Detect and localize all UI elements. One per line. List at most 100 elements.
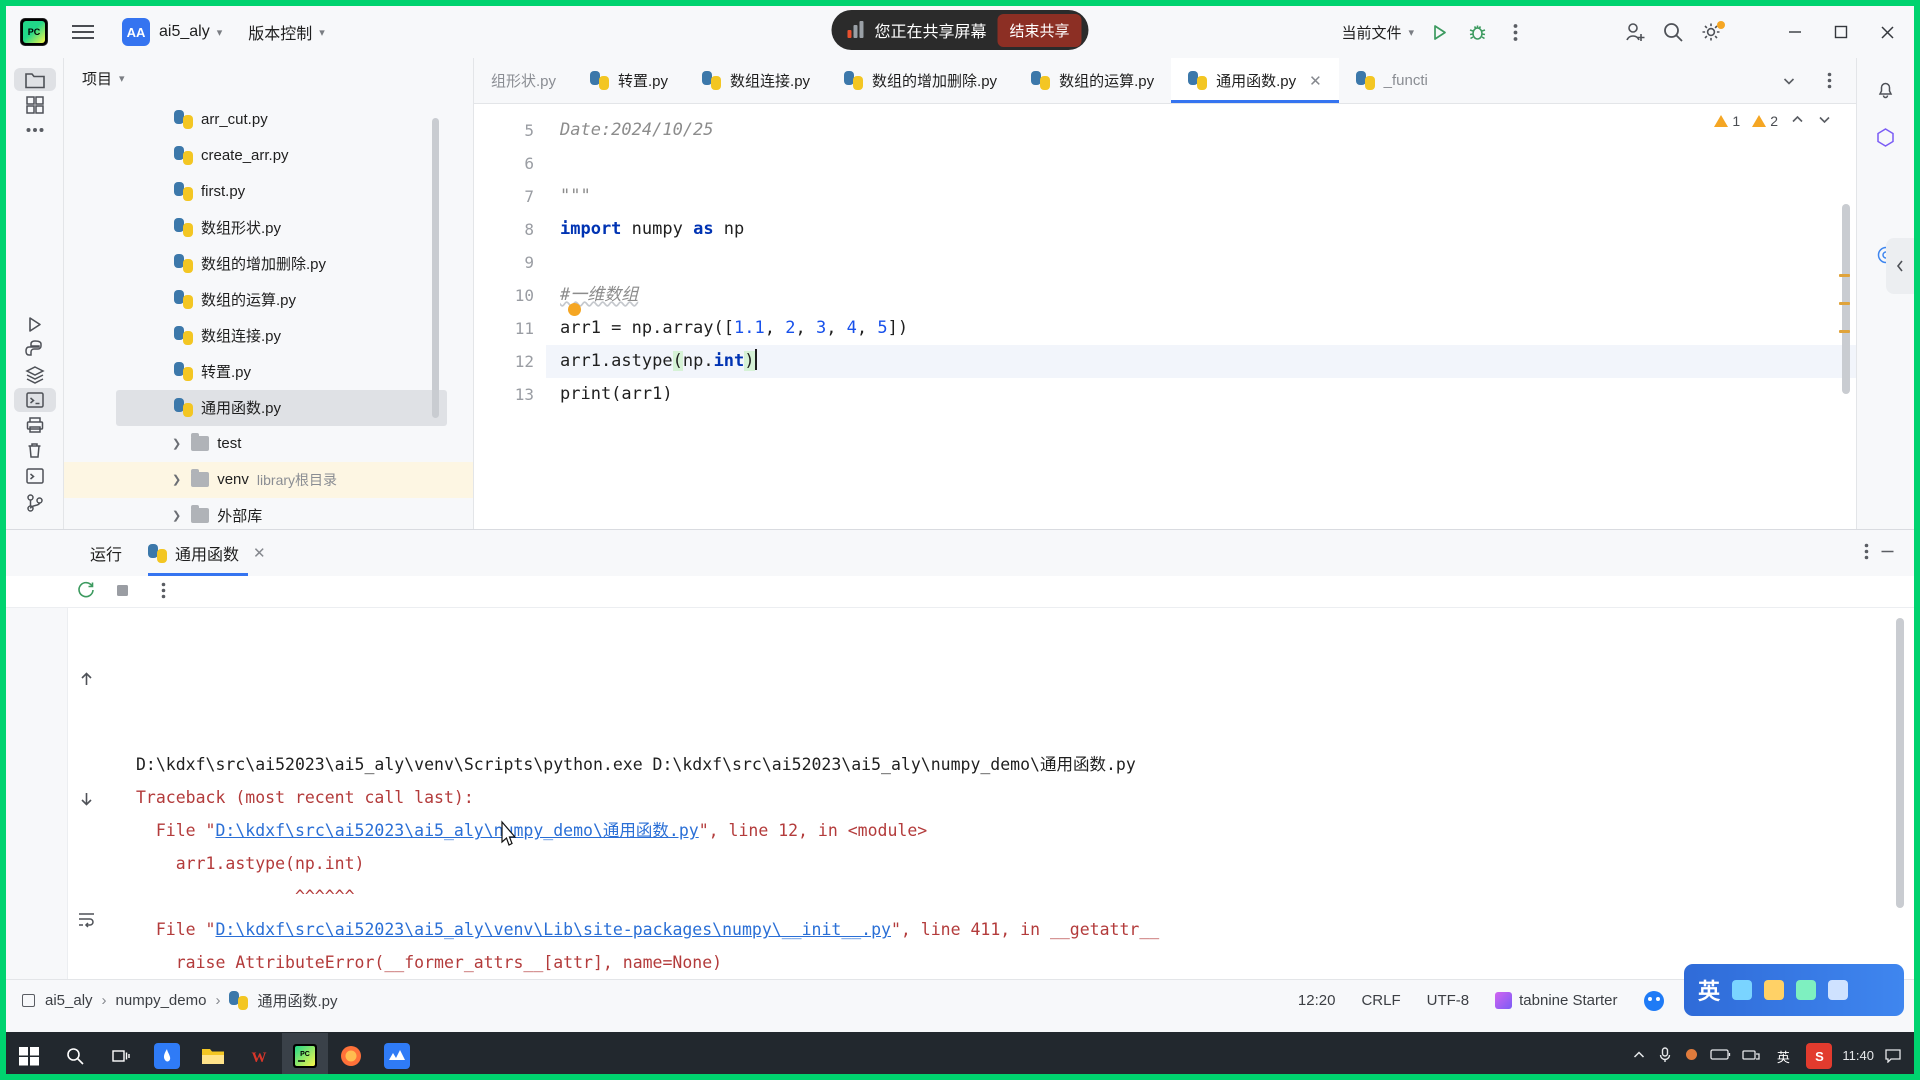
code-line[interactable]: import numpy as np xyxy=(560,213,1856,246)
firefox-icon[interactable] xyxy=(328,1033,374,1079)
close-tab-icon[interactable]: ✕ xyxy=(1309,72,1322,90)
vcs-menu[interactable]: 版本控制 xyxy=(248,20,312,44)
tree-file-item[interactable]: 数组连接.py xyxy=(64,318,473,354)
pycharm-icon[interactable]: PC xyxy=(282,1033,328,1079)
run-config-chevron-down-icon[interactable]: ▾ xyxy=(1408,26,1414,39)
main-menu-icon[interactable] xyxy=(66,15,100,49)
warning-count[interactable]: 1 xyxy=(1714,113,1740,129)
run-console-output[interactable]: D:\kdxf\src\ai52023\ai5_aly\venv\Scripts… xyxy=(6,608,1914,979)
tree-folder-item[interactable]: ❯ 外部库 xyxy=(64,498,473,529)
tray-expand-chevron-up-icon[interactable] xyxy=(1631,1047,1647,1066)
code-line[interactable]: arr1 = np.array([1.1, 2, 3, 4, 5]) xyxy=(560,303,1856,345)
start-button-icon[interactable] xyxy=(6,1033,52,1079)
code-line[interactable]: Date:2024/10/25 xyxy=(560,114,1856,147)
sogou-ime-icon[interactable]: S xyxy=(1806,1043,1833,1069)
search-icon[interactable] xyxy=(1654,15,1692,49)
tree-expand-chevron-icon[interactable]: ❯ xyxy=(172,473,181,486)
stop-icon[interactable] xyxy=(114,582,131,602)
keyboard-icon[interactable] xyxy=(1764,980,1785,1000)
intention-bulb-icon[interactable] xyxy=(568,303,581,316)
tab-list-chevron-down-icon[interactable] xyxy=(1770,64,1808,98)
project-tool-icon[interactable] xyxy=(13,68,56,92)
code-line[interactable]: arr1.astype(np.int) xyxy=(546,345,1856,378)
code-line[interactable] xyxy=(560,246,1856,279)
tree-expand-chevron-icon[interactable]: ❯ xyxy=(172,437,181,450)
breadcrumb-item[interactable]: ai5_aly xyxy=(45,992,93,1009)
hide-run-panel-icon[interactable] xyxy=(1879,543,1896,563)
print-icon[interactable] xyxy=(14,414,56,437)
run-toolbar-more-icon[interactable] xyxy=(161,582,166,602)
editor-tab-数组的运算-py[interactable]: 数组的运算.py xyxy=(1014,58,1171,103)
run-tab-通用函数[interactable]: 通用函数 ✕ xyxy=(148,530,270,576)
code-line[interactable] xyxy=(560,147,1856,180)
right-panel-expand-icon[interactable] xyxy=(1886,238,1914,294)
error-count[interactable]: 2 xyxy=(1752,113,1778,129)
ime-lang-tray-label[interactable]: 英 xyxy=(1770,1043,1796,1069)
tree-file-item[interactable]: 数组形状.py xyxy=(64,210,473,246)
tree-file-item[interactable]: arr_cut.py xyxy=(64,102,473,138)
sun-icon[interactable] xyxy=(1796,980,1817,1000)
tree-file-item[interactable]: 数组的增加删除.py xyxy=(64,246,473,282)
close-icon[interactable] xyxy=(1864,12,1910,52)
console-vertical-scrollbar[interactable] xyxy=(1896,618,1904,909)
tree-folder-item[interactable]: ❯ test xyxy=(64,426,473,462)
caret-position[interactable]: 12:20 xyxy=(1298,992,1336,1009)
run-icon[interactable] xyxy=(1420,15,1458,49)
task-view-icon[interactable] xyxy=(98,1033,144,1079)
terminal-local-icon[interactable] xyxy=(13,388,56,412)
editor-tab-数组连接-py[interactable]: 数组连接.py xyxy=(685,58,827,103)
python-console-icon[interactable] xyxy=(14,338,56,361)
debug-icon[interactable] xyxy=(1458,15,1496,49)
assistant-bot-icon[interactable] xyxy=(1643,990,1664,1011)
run-panel-more-options-icon[interactable] xyxy=(1864,543,1869,563)
breadcrumb-item[interactable]: numpy_demo xyxy=(116,992,207,1009)
editor-tab-转置-py[interactable]: 转置.py xyxy=(573,58,685,103)
tab-more-options-icon[interactable] xyxy=(1810,64,1848,98)
next-problem-icon[interactable] xyxy=(1817,112,1832,130)
code-line[interactable]: print(arr1) xyxy=(560,378,1856,411)
run-tool-icon[interactable] xyxy=(14,312,56,335)
scroll-down-icon[interactable] xyxy=(6,739,96,852)
breadcrumb-item[interactable]: 通用函数.py xyxy=(257,990,337,1011)
code-editor[interactable]: 5 6 7 8 9 10 11 12 13 Date:2024/10/25 """ import n… xyxy=(474,104,1856,529)
run-configuration-selector[interactable]: 当前文件 ▾ xyxy=(1341,22,1414,43)
scroll-up-icon[interactable] xyxy=(6,614,96,733)
editor-tab-通用函数-py[interactable]: 通用函数.py ✕ xyxy=(1171,58,1339,103)
console-file-link[interactable]: D:\kdxf\src\ai52023\ai5_aly\numpy_demo\通… xyxy=(215,821,698,840)
editor-tab-_functi[interactable]: _functi xyxy=(1339,58,1445,103)
project-file-tree[interactable]: arr_cut.py create_arr.py first.py 数组形状.py 数组… xyxy=(64,100,473,529)
notification-center-icon[interactable] xyxy=(1884,1047,1902,1066)
file-explorer-icon[interactable] xyxy=(190,1033,236,1079)
notifications-icon[interactable] xyxy=(1865,68,1907,110)
rerun-icon[interactable] xyxy=(76,580,96,603)
project-name-label[interactable]: ai5_aly xyxy=(159,23,210,41)
safety-icon[interactable] xyxy=(1683,1046,1700,1066)
menu-icon[interactable] xyxy=(1828,980,1849,1000)
breadcrumb[interactable]: ai5_aly › numpy_demo › 通用函数.py xyxy=(45,990,337,1011)
more-tool-windows-icon[interactable] xyxy=(14,119,56,142)
tree-file-item[interactable]: first.py xyxy=(64,174,473,210)
trash-icon[interactable] xyxy=(14,439,56,462)
wps-icon[interactable]: W xyxy=(236,1033,282,1079)
editor-code-area[interactable]: Date:2024/10/25 """ import numpy as np #一维数… xyxy=(546,104,1856,529)
taskbar-search-icon[interactable] xyxy=(52,1033,98,1079)
soft-wrap-icon[interactable] xyxy=(6,858,96,973)
tree-file-item[interactable]: 数组的运算.py xyxy=(64,282,473,318)
microphone-icon[interactable] xyxy=(1657,1046,1673,1067)
app-chart-icon[interactable] xyxy=(374,1033,420,1079)
line-separator[interactable]: CRLF xyxy=(1361,992,1400,1009)
editor-tab-数组的增加删除-py[interactable]: 数组的增加删除.py xyxy=(827,58,1014,103)
minimize-icon[interactable] xyxy=(1772,12,1818,52)
console-file-link[interactable]: D:\kdxf\src\ai52023\ai5_aly\venv\Lib\sit… xyxy=(215,920,891,939)
file-encoding[interactable]: UTF-8 xyxy=(1427,992,1470,1009)
tray-clock[interactable]: 11:40 xyxy=(1842,1048,1874,1064)
tree-file-item[interactable]: create_arr.py xyxy=(64,138,473,174)
project-panel-header[interactable]: 项目 ▾ xyxy=(64,58,473,100)
ime-language-popup[interactable]: 英 xyxy=(1684,964,1904,1016)
network-icon[interactable] xyxy=(1742,1048,1761,1065)
app-blue-icon[interactable] xyxy=(144,1033,190,1079)
terminal-icon[interactable] xyxy=(14,464,56,487)
version-control-icon[interactable] xyxy=(14,492,56,515)
code-line[interactable]: """ xyxy=(560,180,1856,213)
project-tree-scrollbar[interactable] xyxy=(432,117,439,418)
